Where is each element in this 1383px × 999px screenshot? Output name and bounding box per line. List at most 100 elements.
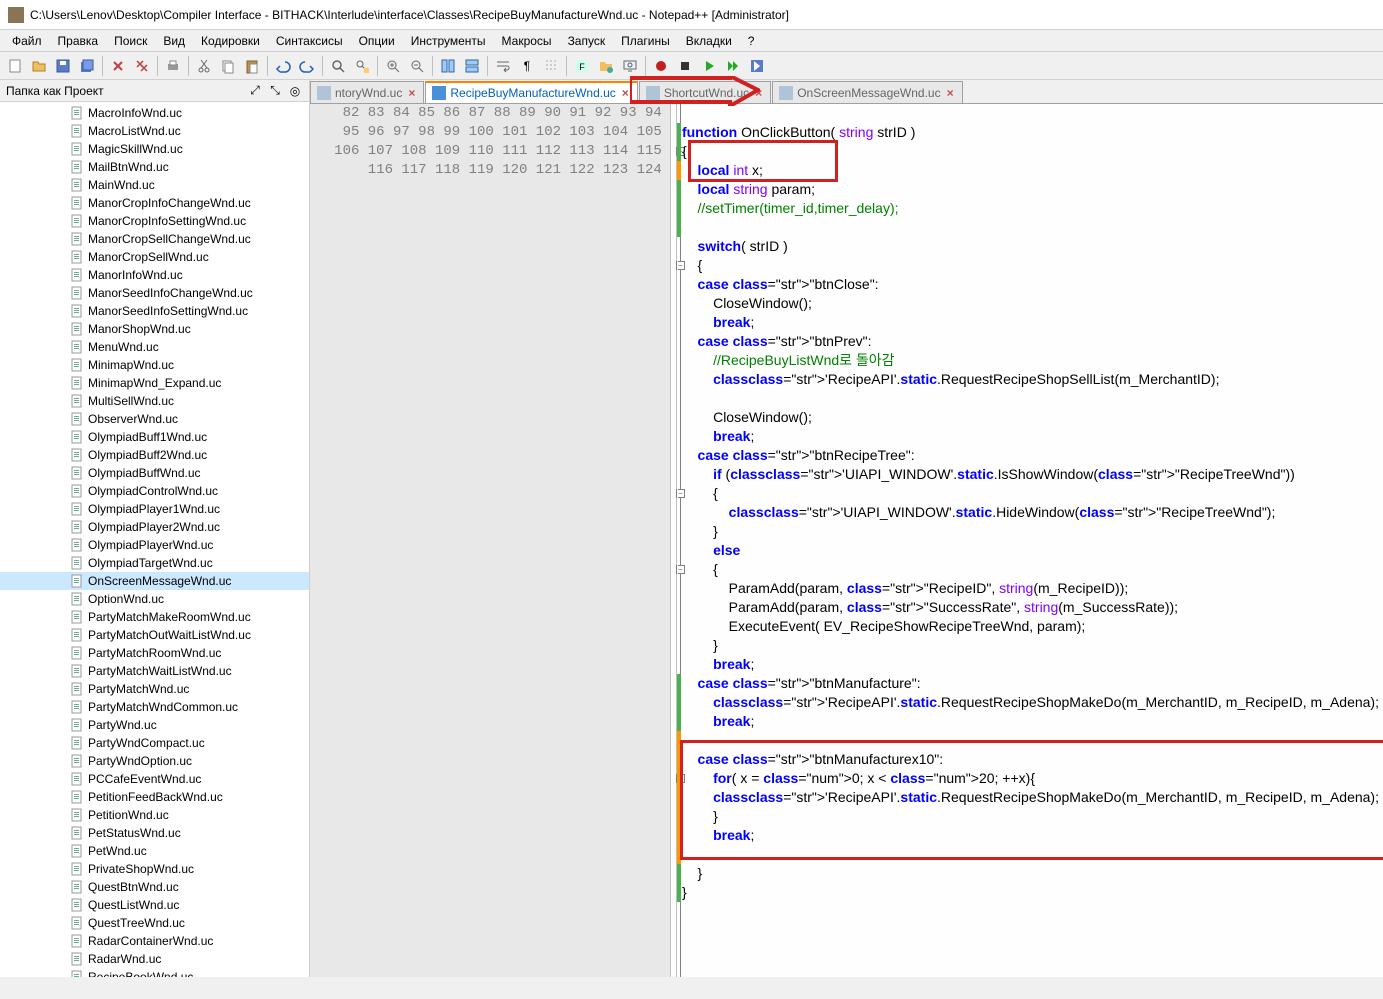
record-icon[interactable] [650, 55, 672, 77]
indent-guide-icon[interactable] [540, 55, 562, 77]
tree-item[interactable]: PetitionFeedBackWnd.uc [0, 788, 309, 806]
tree-item[interactable]: MagicSkillWnd.uc [0, 140, 309, 158]
menu-Поиск[interactable]: Поиск [106, 31, 155, 51]
tree-item[interactable]: PartyWnd.uc [0, 716, 309, 734]
tree-item[interactable]: MenuWnd.uc [0, 338, 309, 356]
tree-item[interactable]: OlympiadPlayer2Wnd.uc [0, 518, 309, 536]
tree-item[interactable]: PartyMatchWndCommon.uc [0, 698, 309, 716]
menu-Макросы[interactable]: Макросы [494, 31, 560, 51]
print-icon[interactable] [162, 55, 184, 77]
close-icon[interactable] [107, 55, 129, 77]
copy-icon[interactable] [217, 55, 239, 77]
tree-item[interactable]: MainWnd.uc [0, 176, 309, 194]
tree-item[interactable]: ManorInfoWnd.uc [0, 266, 309, 284]
tree-item[interactable]: ManorCropInfoChangeWnd.uc [0, 194, 309, 212]
menu-Запуск[interactable]: Запуск [560, 31, 614, 51]
tree-item[interactable]: OlympiadBuff2Wnd.uc [0, 446, 309, 464]
folder-view-icon[interactable] [595, 55, 617, 77]
zoom-in-icon[interactable] [382, 55, 404, 77]
cut-icon[interactable] [193, 55, 215, 77]
tree-item[interactable]: MinimapWnd_Expand.uc [0, 374, 309, 392]
tree-item[interactable]: OlympiadPlayerWnd.uc [0, 536, 309, 554]
menu-Файл[interactable]: Файл [4, 31, 50, 51]
menu-Вкладки[interactable]: Вкладки [678, 31, 740, 51]
save-icon[interactable] [52, 55, 74, 77]
menu-Правка[interactable]: Правка [50, 31, 107, 51]
tree-item[interactable]: PetWnd.uc [0, 842, 309, 860]
tree-item[interactable]: RadarWnd.uc [0, 950, 309, 968]
tree-item[interactable]: PartyMatchWaitListWnd.uc [0, 662, 309, 680]
tree-item[interactable]: PCCafeEventWnd.uc [0, 770, 309, 788]
menu-Опции[interactable]: Опции [351, 31, 403, 51]
fast-icon[interactable] [722, 55, 744, 77]
sync-v-icon[interactable] [437, 55, 459, 77]
tree-item[interactable]: RadarContainerWnd.uc [0, 932, 309, 950]
tree-item[interactable]: OlympiadBuff1Wnd.uc [0, 428, 309, 446]
stop-icon[interactable] [674, 55, 696, 77]
save-macro-icon[interactable] [746, 55, 768, 77]
tab-close-icon[interactable]: × [406, 86, 417, 100]
menu-Синтаксисы[interactable]: Синтаксисы [268, 31, 351, 51]
tree-item[interactable]: PartyWndOption.uc [0, 752, 309, 770]
zoom-out-icon[interactable] [406, 55, 428, 77]
file-tree[interactable]: MacroInfoWnd.ucMacroListWnd.ucMagicSkill… [0, 102, 309, 977]
menu-Вид[interactable]: Вид [155, 31, 193, 51]
tree-item[interactable]: MultiSellWnd.uc [0, 392, 309, 410]
menu-Инструменты[interactable]: Инструменты [403, 31, 494, 51]
sync-h-icon[interactable] [461, 55, 483, 77]
tree-item[interactable]: PetitionWnd.uc [0, 806, 309, 824]
lang-icon[interactable]: F [571, 55, 593, 77]
tree-item[interactable]: PartyMatchOutWaitListWnd.uc [0, 626, 309, 644]
tree-item[interactable]: OlympiadPlayer1Wnd.uc [0, 500, 309, 518]
collapse-icon[interactable]: ⤡ [267, 83, 283, 99]
menu-?[interactable]: ? [740, 31, 763, 51]
tree-item[interactable]: MacroInfoWnd.uc [0, 104, 309, 122]
tree-item[interactable]: ManorCropInfoSettingWnd.uc [0, 212, 309, 230]
code-area[interactable]: function OnClickButton( string strID ){ … [678, 104, 1383, 977]
refresh-icon[interactable]: ◎ [287, 83, 303, 99]
expand-icon[interactable]: ⤢ [247, 83, 263, 99]
tree-item[interactable]: ManorCropSellWnd.uc [0, 248, 309, 266]
tree-item[interactable]: ManorCropSellChangeWnd.uc [0, 230, 309, 248]
tree-item[interactable]: QuestBtnWnd.uc [0, 878, 309, 896]
tree-item[interactable]: MailBtnWnd.uc [0, 158, 309, 176]
tree-item[interactable]: OptionWnd.uc [0, 590, 309, 608]
tab[interactable]: ntoryWnd.uc× [310, 81, 424, 103]
show-all-icon[interactable]: ¶ [516, 55, 538, 77]
tree-item[interactable]: PartyMatchWnd.uc [0, 680, 309, 698]
save-all-icon[interactable] [76, 55, 98, 77]
tree-item[interactable]: OlympiadTargetWnd.uc [0, 554, 309, 572]
new-file-icon[interactable] [4, 55, 26, 77]
monitor-icon[interactable] [619, 55, 641, 77]
find-icon[interactable] [327, 55, 349, 77]
tree-item[interactable]: OnScreenMessageWnd.uc [0, 572, 309, 590]
tree-item[interactable]: ManorSeedInfoChangeWnd.uc [0, 284, 309, 302]
tree-item[interactable]: OlympiadControlWnd.uc [0, 482, 309, 500]
tree-item[interactable]: PrivateShopWnd.uc [0, 860, 309, 878]
redo-icon[interactable] [296, 55, 318, 77]
tree-item[interactable]: RecipeBookWnd.uc [0, 968, 309, 977]
paste-icon[interactable] [241, 55, 263, 77]
open-file-icon[interactable] [28, 55, 50, 77]
wrap-icon[interactable] [492, 55, 514, 77]
tree-item[interactable]: MacroListWnd.uc [0, 122, 309, 140]
tree-item[interactable]: PartyWndCompact.uc [0, 734, 309, 752]
close-all-icon[interactable] [131, 55, 153, 77]
tab-close-icon[interactable]: × [945, 86, 956, 100]
tree-item[interactable]: QuestListWnd.uc [0, 896, 309, 914]
play-icon[interactable] [698, 55, 720, 77]
tab[interactable]: RecipeBuyManufactureWnd.uc× [425, 81, 637, 103]
tree-item[interactable]: ObserverWnd.uc [0, 410, 309, 428]
tree-item[interactable]: PartyMatchRoomWnd.uc [0, 644, 309, 662]
tree-item[interactable]: PetStatusWnd.uc [0, 824, 309, 842]
tree-item[interactable]: MinimapWnd.uc [0, 356, 309, 374]
undo-icon[interactable] [272, 55, 294, 77]
tree-item[interactable]: ManorSeedInfoSettingWnd.uc [0, 302, 309, 320]
tab-close-icon[interactable]: × [753, 86, 764, 100]
menu-Плагины[interactable]: Плагины [613, 31, 678, 51]
tree-item[interactable]: ManorShopWnd.uc [0, 320, 309, 338]
tree-item[interactable]: OlympiadBuffWnd.uc [0, 464, 309, 482]
tab-close-icon[interactable]: × [620, 86, 631, 100]
tab[interactable]: OnScreenMessageWnd.uc× [772, 81, 962, 103]
tree-item[interactable]: PartyMatchMakeRoomWnd.uc [0, 608, 309, 626]
